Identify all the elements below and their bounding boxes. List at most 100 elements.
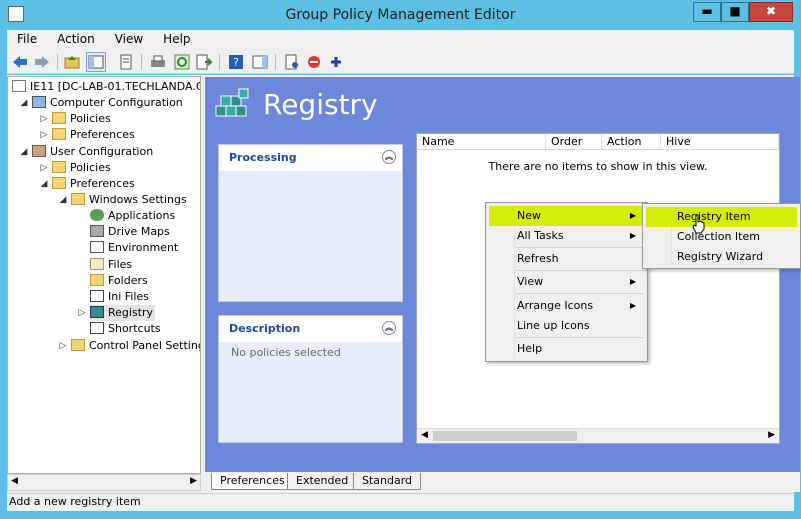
tab-preferences[interactable]: Preferences	[211, 473, 294, 490]
tree-windows-settings[interactable]: ◢ Windows Settings	[60, 192, 187, 208]
title-bar[interactable]: Group Policy Management Editor ▬ ■ ✖	[0, 0, 801, 30]
list-horizontal-scrollbar[interactable]: ◀ ▶	[417, 428, 779, 443]
tree-files[interactable]: Files	[90, 257, 132, 273]
tree-uc-policies[interactable]: ▷ Policies	[41, 160, 111, 176]
export-list-icon[interactable]	[195, 53, 213, 71]
new-item-icon[interactable]	[283, 53, 301, 71]
scroll-right-icon[interactable]: ▶	[190, 476, 197, 486]
back-arrow-icon[interactable]	[11, 53, 29, 71]
chevron-down-icon[interactable]: ◢	[18, 95, 30, 111]
refresh-icon[interactable]	[173, 53, 191, 71]
view-tabs: Preferences Extended Standard	[205, 472, 800, 492]
scroll-right-icon[interactable]: ▶	[768, 430, 775, 440]
menu-item-registry-wizard[interactable]: Registry Wizard	[646, 247, 797, 267]
tree-registry[interactable]: ▷ Registry	[79, 305, 156, 321]
app-window: Group Policy Management Editor ▬ ■ ✖ Fil…	[0, 0, 801, 519]
tree-control-panel[interactable]: ▷ Control Panel Setting	[60, 338, 200, 354]
processing-panel: Processing ︽	[218, 144, 403, 302]
empty-list-message: There are no items to show in this view.	[488, 160, 708, 173]
tree-ini-files[interactable]: Ini Files	[90, 289, 149, 305]
tree-folders[interactable]: Folders	[90, 273, 148, 289]
scroll-thumb[interactable]	[433, 431, 577, 441]
description-panel-header[interactable]: Description ︽	[219, 316, 402, 342]
tree-drive-maps[interactable]: Drive Maps	[90, 224, 170, 240]
folder-icon	[52, 128, 66, 140]
computer-icon	[32, 96, 46, 108]
gpo-document-icon	[12, 80, 26, 92]
menu-item-line-up-icons[interactable]: Line up Icons	[489, 316, 644, 336]
collapse-up-icon[interactable]: ︽	[382, 321, 396, 335]
chevron-right-icon[interactable]: ▷	[38, 111, 50, 127]
menu-item-arrange-icons[interactable]: Arrange Icons ▶	[489, 296, 644, 316]
column-hive[interactable]: Hive	[661, 134, 779, 150]
menu-item-view[interactable]: View ▶	[489, 272, 644, 292]
menu-bar: File Action View Help	[7, 30, 794, 50]
console-tree: IE11 [DC-LAB-01.TECHLANDA.C ◢ Computer Co…	[7, 76, 201, 474]
status-bar: Add a new registry item	[7, 493, 794, 511]
submenu-arrow-icon: ▶	[629, 301, 636, 310]
column-action[interactable]: Action	[602, 134, 661, 150]
tree-root[interactable]: IE11 [DC-LAB-01.TECHLANDA.C	[12, 79, 200, 95]
column-name[interactable]: Name	[417, 134, 546, 150]
collapse-up-icon[interactable]: ︽	[382, 150, 396, 164]
menu-item-refresh[interactable]: Refresh	[489, 249, 644, 269]
column-order[interactable]: Order	[546, 134, 602, 150]
chevron-down-icon[interactable]: ◢	[38, 176, 50, 192]
description-panel: Description ︽ No policies selected	[218, 315, 403, 443]
menu-item-registry-item[interactable]: Registry Item	[646, 207, 797, 227]
page-title: Registry	[263, 88, 378, 121]
menu-item-all-tasks[interactable]: All Tasks ▶	[489, 226, 644, 246]
chevron-right-icon[interactable]: ▷	[76, 305, 88, 321]
tree-cc-preferences[interactable]: ▷ Preferences	[41, 127, 135, 143]
menu-view[interactable]: View	[105, 30, 153, 46]
tree-user-configuration[interactable]: ◢ User Configuration	[21, 144, 153, 160]
show-hide-action-pane-icon[interactable]	[251, 53, 269, 71]
scroll-left-icon[interactable]: ◀	[421, 430, 428, 440]
processing-title: Processing	[229, 151, 297, 164]
tree-applications[interactable]: Applications	[90, 208, 175, 224]
tree-environment[interactable]: Environment	[90, 240, 178, 256]
tab-extended[interactable]: Extended	[287, 473, 358, 490]
tree-cc-policies[interactable]: ▷ Policies	[41, 111, 111, 127]
shortcut-icon	[90, 322, 104, 334]
registry-icon	[90, 306, 104, 318]
submenu-arrow-icon: ▶	[629, 211, 636, 220]
maximize-button[interactable]: ■	[721, 2, 749, 22]
applications-icon	[90, 209, 104, 221]
tree-shortcuts[interactable]: Shortcuts	[90, 321, 161, 337]
folders-icon	[90, 274, 104, 286]
up-folder-icon[interactable]	[63, 53, 81, 71]
scroll-left-icon[interactable]: ◀	[11, 476, 18, 486]
user-icon	[32, 145, 46, 157]
folder-icon	[52, 177, 66, 189]
ini-file-icon	[90, 290, 104, 302]
menu-file[interactable]: File	[7, 30, 47, 46]
menu-item-collection-item[interactable]: Collection Item	[646, 227, 797, 247]
add-icon[interactable]	[327, 53, 345, 71]
menu-item-new[interactable]: New ▶	[489, 206, 644, 226]
delete-icon[interactable]	[305, 53, 323, 71]
menu-action[interactable]: Action	[47, 30, 105, 46]
chevron-right-icon[interactable]: ▷	[57, 338, 69, 354]
menu-help[interactable]: Help	[153, 30, 200, 46]
chevron-right-icon[interactable]: ▷	[38, 160, 50, 176]
help-icon[interactable]: ?	[227, 53, 245, 71]
show-tree-icon[interactable]	[86, 52, 106, 72]
tab-standard[interactable]: Standard	[353, 473, 422, 490]
tree-uc-preferences[interactable]: ◢ Preferences	[41, 176, 135, 192]
chevron-right-icon[interactable]: ▷	[38, 127, 50, 143]
minimize-button[interactable]: ▬	[693, 2, 721, 22]
submenu-arrow-icon: ▶	[629, 231, 636, 240]
properties-icon[interactable]	[117, 53, 135, 71]
hand-cursor-icon	[692, 214, 705, 234]
description-text: No policies selected	[231, 346, 341, 359]
print-icon[interactable]	[149, 53, 167, 71]
tree-horizontal-scrollbar[interactable]: ◀ ▶	[7, 474, 201, 491]
processing-panel-header[interactable]: Processing ︽	[219, 145, 402, 171]
tree-computer-configuration[interactable]: ◢ Computer Configuration	[21, 95, 183, 111]
forward-arrow-icon[interactable]	[33, 53, 51, 71]
chevron-down-icon[interactable]: ◢	[57, 192, 69, 208]
menu-item-help[interactable]: Help	[489, 339, 644, 359]
chevron-down-icon[interactable]: ◢	[18, 144, 30, 160]
close-button[interactable]: ✖	[749, 2, 793, 22]
